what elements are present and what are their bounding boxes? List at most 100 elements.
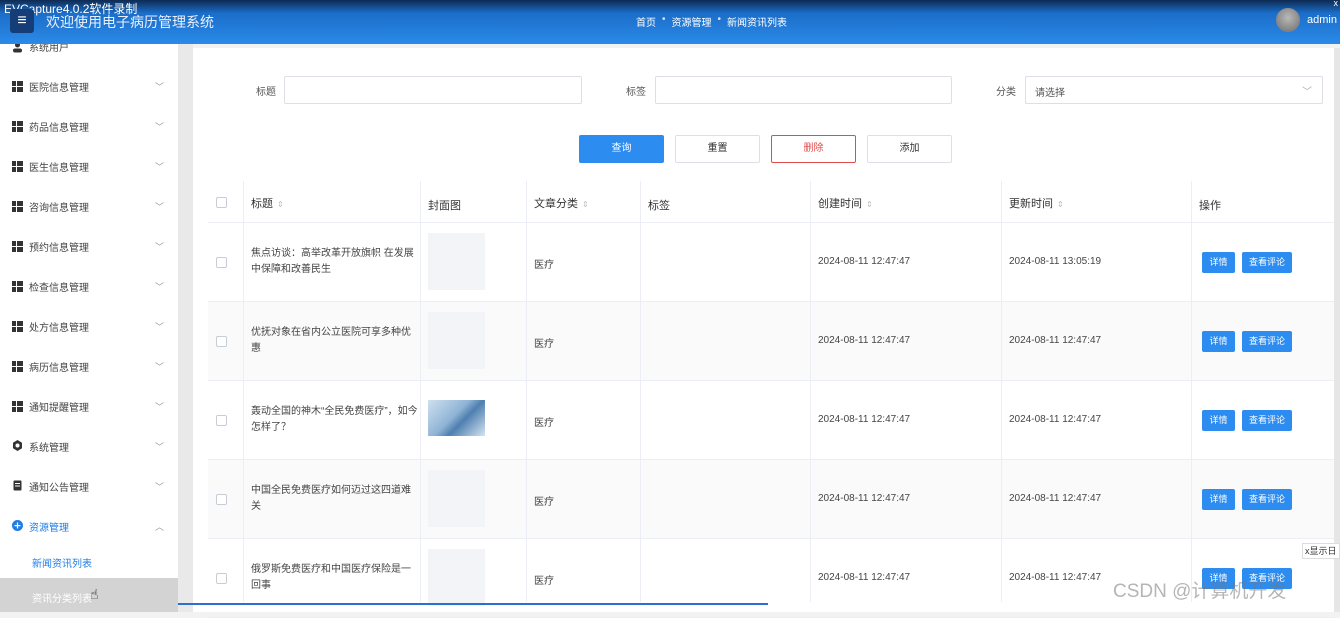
row-title: 轰动全国的神木“全民免费医疗”，如今怎样了？	[251, 406, 418, 433]
sidebar-item-label: 预约信息管理	[29, 242, 89, 254]
row-checkbox[interactable]	[216, 336, 227, 347]
sidebar-subitem-news-list[interactable]: 新闻资讯列表	[0, 543, 178, 579]
chevron-down-icon: ﹀	[155, 201, 165, 212]
row-created: 2024-08-11 12:47:47	[818, 335, 911, 346]
sidebar-item-doctors[interactable]: 医生信息管理 ﹀	[0, 146, 178, 186]
cover-image	[428, 312, 485, 369]
user-icon	[12, 44, 23, 53]
delete-button[interactable]: 删除	[771, 135, 856, 163]
menu-toggle-button[interactable]: ≡	[10, 9, 34, 33]
detail-button[interactable]: 详情	[1202, 331, 1235, 352]
sidebar-item-drugs[interactable]: 药品信息管理 ﹀	[0, 106, 178, 146]
avatar[interactable]	[1276, 8, 1300, 32]
row-updated: 2024-08-11 13:05:19	[1009, 256, 1102, 267]
grid-icon	[12, 80, 23, 92]
row-checkbox[interactable]	[216, 573, 227, 584]
breadcrumb: 首页 • 资源管理 • 新闻资讯列表	[636, 14, 787, 29]
sidebar-item-consult[interactable]: 咨询信息管理 ﹀	[0, 186, 178, 226]
row-checkbox[interactable]	[216, 415, 227, 426]
reset-button[interactable]: 重置	[675, 135, 760, 163]
column-divider	[1191, 181, 1192, 602]
header-ops: 操作	[1199, 200, 1221, 212]
sidebar-item-label: 通知提醒管理	[29, 402, 89, 414]
title-filter-input[interactable]	[284, 76, 582, 104]
table-row: 优抚对象在省内公立医院可享多种优惠 医疗 2024-08-11 12:47:47…	[208, 302, 1334, 381]
view-comments-button[interactable]: 查看评论	[1242, 252, 1292, 273]
sidebar-item-resources[interactable]: 资源管理 ︿	[0, 506, 178, 546]
row-checkbox[interactable]	[216, 494, 227, 505]
column-divider	[810, 181, 811, 602]
sidebar-item-exams[interactable]: 检查信息管理 ﹀	[0, 266, 178, 306]
header-category[interactable]: 文章分类 ⇕	[534, 195, 589, 211]
row-updated: 2024-08-11 12:47:47	[1009, 493, 1102, 504]
add-button[interactable]: 添加	[867, 135, 952, 163]
sidebar-subitem-news-categories[interactable]: 资讯分类列表	[0, 578, 178, 612]
pointer-cursor-icon: ☝	[90, 586, 99, 602]
row-category: 医疗	[534, 418, 554, 429]
view-comments-button[interactable]: 查看评论	[1242, 410, 1292, 431]
cover-image	[428, 400, 485, 436]
sidebar-item-prescriptions[interactable]: 处方信息管理 ﹀	[0, 306, 178, 346]
gear-icon	[12, 440, 23, 451]
username[interactable]: admin	[1307, 14, 1337, 26]
sidebar-subitem-label: 资讯分类列表	[32, 594, 92, 605]
chevron-down-icon: ﹀	[155, 281, 165, 292]
tag-filter-input[interactable]	[655, 76, 952, 104]
breadcrumb-news-list: 新闻资讯列表	[727, 18, 788, 29]
sidebar-item-hospital[interactable]: 医院信息管理 ﹀	[0, 66, 178, 106]
close-icon[interactable]: x	[1334, 0, 1339, 8]
row-created: 2024-08-11 12:47:47	[818, 572, 911, 583]
column-divider	[1001, 181, 1002, 602]
sidebar-item-reminders[interactable]: 通知提醒管理 ﹀	[0, 386, 178, 426]
row-title: 优抚对象在省内公立医院可享多种优惠	[251, 327, 411, 354]
table-header: 标题 ⇕ 封面图 文章分类 ⇕ 标签 创建时间 ⇕ 更新时间 ⇕ 操作	[208, 181, 1334, 223]
floating-tip[interactable]: x显示日	[1302, 543, 1340, 559]
sidebar-item-system[interactable]: 系统管理 ﹀	[0, 426, 178, 466]
breadcrumb-home[interactable]: 首页	[636, 14, 656, 29]
sidebar-gutter	[178, 44, 193, 612]
chevron-down-icon: ﹀	[155, 121, 165, 132]
select-all-checkbox[interactable]	[216, 197, 227, 208]
header-tag: 标签	[648, 200, 670, 212]
breadcrumb-resources[interactable]: 资源管理	[672, 14, 712, 29]
detail-button[interactable]: 详情	[1202, 252, 1235, 273]
sidebar-item-records[interactable]: 病历信息管理 ﹀	[0, 346, 178, 386]
sidebar-item-label: 病历信息管理	[29, 362, 89, 374]
table-row: 轰动全国的神木“全民免费医疗”，如今怎样了？ 医疗 2024-08-11 12:…	[208, 381, 1334, 460]
header-updated[interactable]: 更新时间 ⇕	[1009, 195, 1064, 211]
table-row: 焦点访谈：高举改革开放旗帜 在发展中保障和改善民生 医疗 2024-08-11 …	[208, 223, 1334, 302]
grid-icon	[12, 360, 23, 372]
query-button[interactable]: 查询	[579, 135, 664, 163]
view-comments-button[interactable]: 查看评论	[1242, 489, 1292, 510]
chevron-down-icon: ﹀	[155, 161, 165, 172]
cover-image	[428, 470, 485, 527]
header-title[interactable]: 标题 ⇕	[251, 195, 284, 211]
plus-circle-icon	[12, 520, 23, 531]
cover-image	[428, 233, 485, 290]
sidebar-item-label: 资源管理	[29, 522, 69, 534]
cover-image	[428, 549, 485, 606]
row-checkbox[interactable]	[216, 257, 227, 268]
detail-button[interactable]: 详情	[1202, 410, 1235, 431]
sidebar-item-announcements[interactable]: 通知公告管理 ﹀	[0, 466, 178, 506]
view-comments-button[interactable]: 查看评论	[1242, 331, 1292, 352]
top-bar: EVCapture4.0.2软件录制 ≡ 欢迎使用电子病历管理系统 首页 • 资…	[0, 0, 1340, 44]
sidebar-item-appointments[interactable]: 预约信息管理 ﹀	[0, 226, 178, 266]
header-created[interactable]: 创建时间 ⇕	[818, 195, 873, 211]
chevron-down-icon: ﹀	[155, 81, 165, 92]
grid-icon	[12, 400, 23, 412]
page-scrollbar[interactable]	[1334, 48, 1340, 612]
loading-progress-line	[178, 603, 768, 605]
category-select-placeholder: 请选择	[1035, 88, 1065, 99]
sidebar-subitem-label: 新闻资讯列表	[32, 559, 92, 570]
row-updated: 2024-08-11 12:47:47	[1009, 572, 1102, 583]
breadcrumb-separator: •	[717, 14, 722, 25]
row-updated: 2024-08-11 12:47:47	[1009, 335, 1102, 346]
grid-icon	[12, 160, 23, 172]
row-title: 焦点访谈：高举改革开放旗帜 在发展中保障和改善民生	[251, 248, 414, 275]
detail-button[interactable]: 详情	[1202, 489, 1235, 510]
breadcrumb-separator: •	[662, 14, 666, 25]
sort-icon: ⇕	[277, 200, 284, 209]
sidebar-item-system-users[interactable]: 系统用户	[0, 44, 178, 66]
category-select[interactable]: 请选择 ﹀	[1025, 76, 1323, 104]
